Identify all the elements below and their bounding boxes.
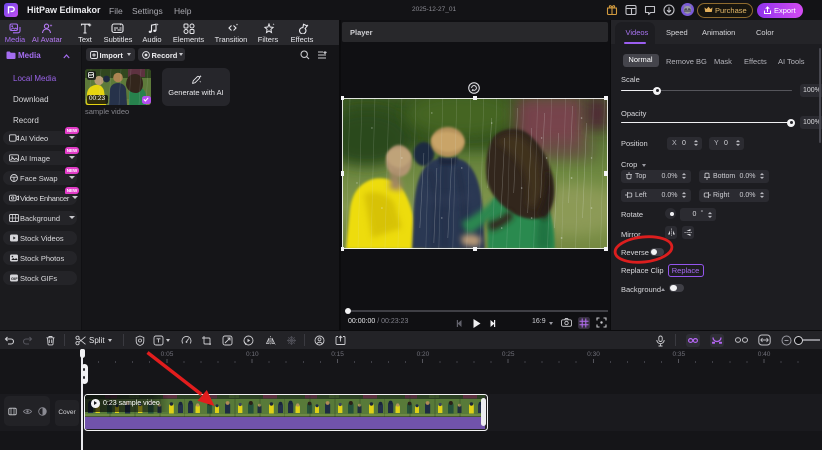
svg-text:GIF: GIF (11, 276, 18, 281)
